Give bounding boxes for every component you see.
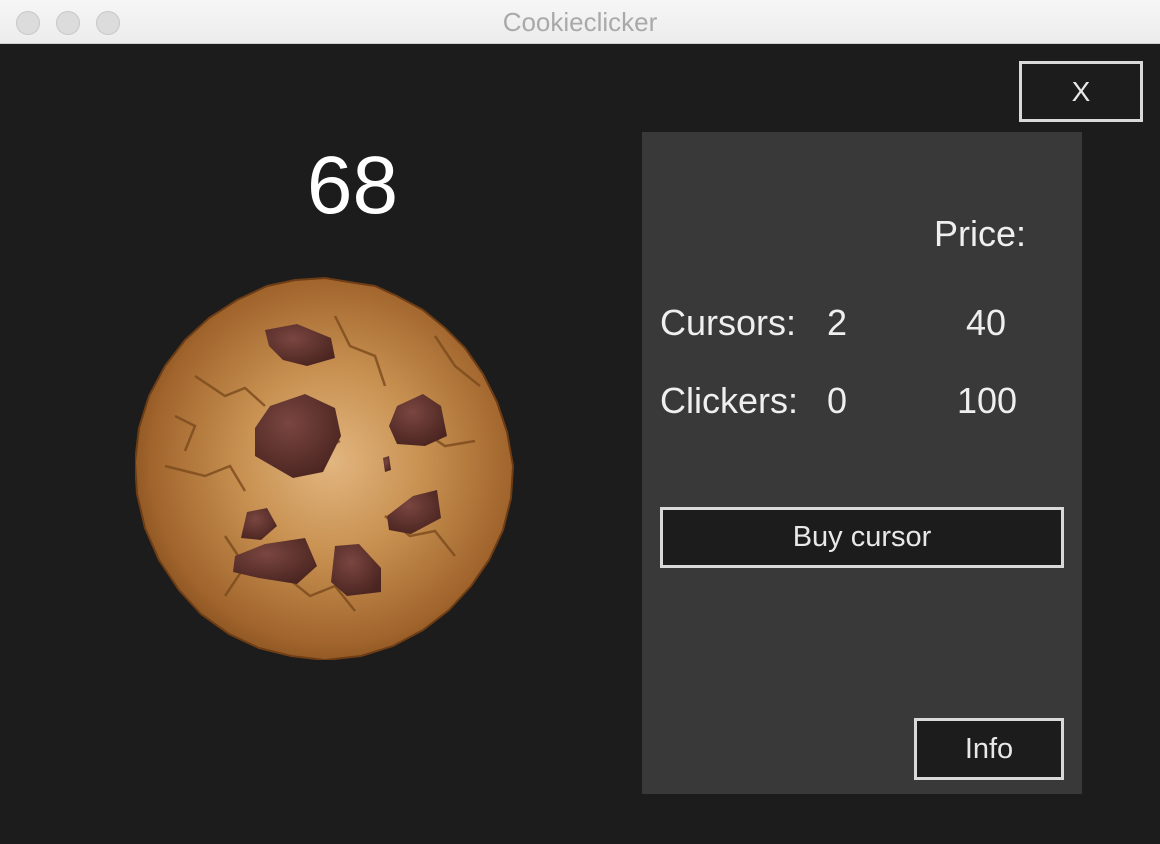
title-bar: Cookieclicker xyxy=(0,0,1160,44)
clickers-label: Clickers: xyxy=(660,380,799,421)
cookie-button[interactable] xyxy=(133,276,515,662)
clickers-price: 100 xyxy=(956,380,1018,421)
shop-panel: Price: Cursors: 2 40 Clickers: 0 100 Buy… xyxy=(642,132,1082,794)
price-header: Price: xyxy=(934,213,1027,254)
cookie-icon xyxy=(133,276,515,662)
clickers-count: 0 xyxy=(827,380,848,421)
close-button[interactable]: X xyxy=(1019,61,1143,122)
info-button[interactable]: Info xyxy=(914,718,1064,780)
window-title: Cookieclicker xyxy=(502,7,658,37)
cookie-counter: 68 xyxy=(306,140,399,231)
buy-cursor-button[interactable]: Buy cursor xyxy=(660,507,1064,568)
cursors-count: 2 xyxy=(827,302,848,343)
cursors-price: 40 xyxy=(965,302,1007,343)
app-window: Cookieclicker X 68 Price: Cursors: 2 40 … xyxy=(0,0,1160,844)
cursors-label: Cursors: xyxy=(660,302,797,343)
